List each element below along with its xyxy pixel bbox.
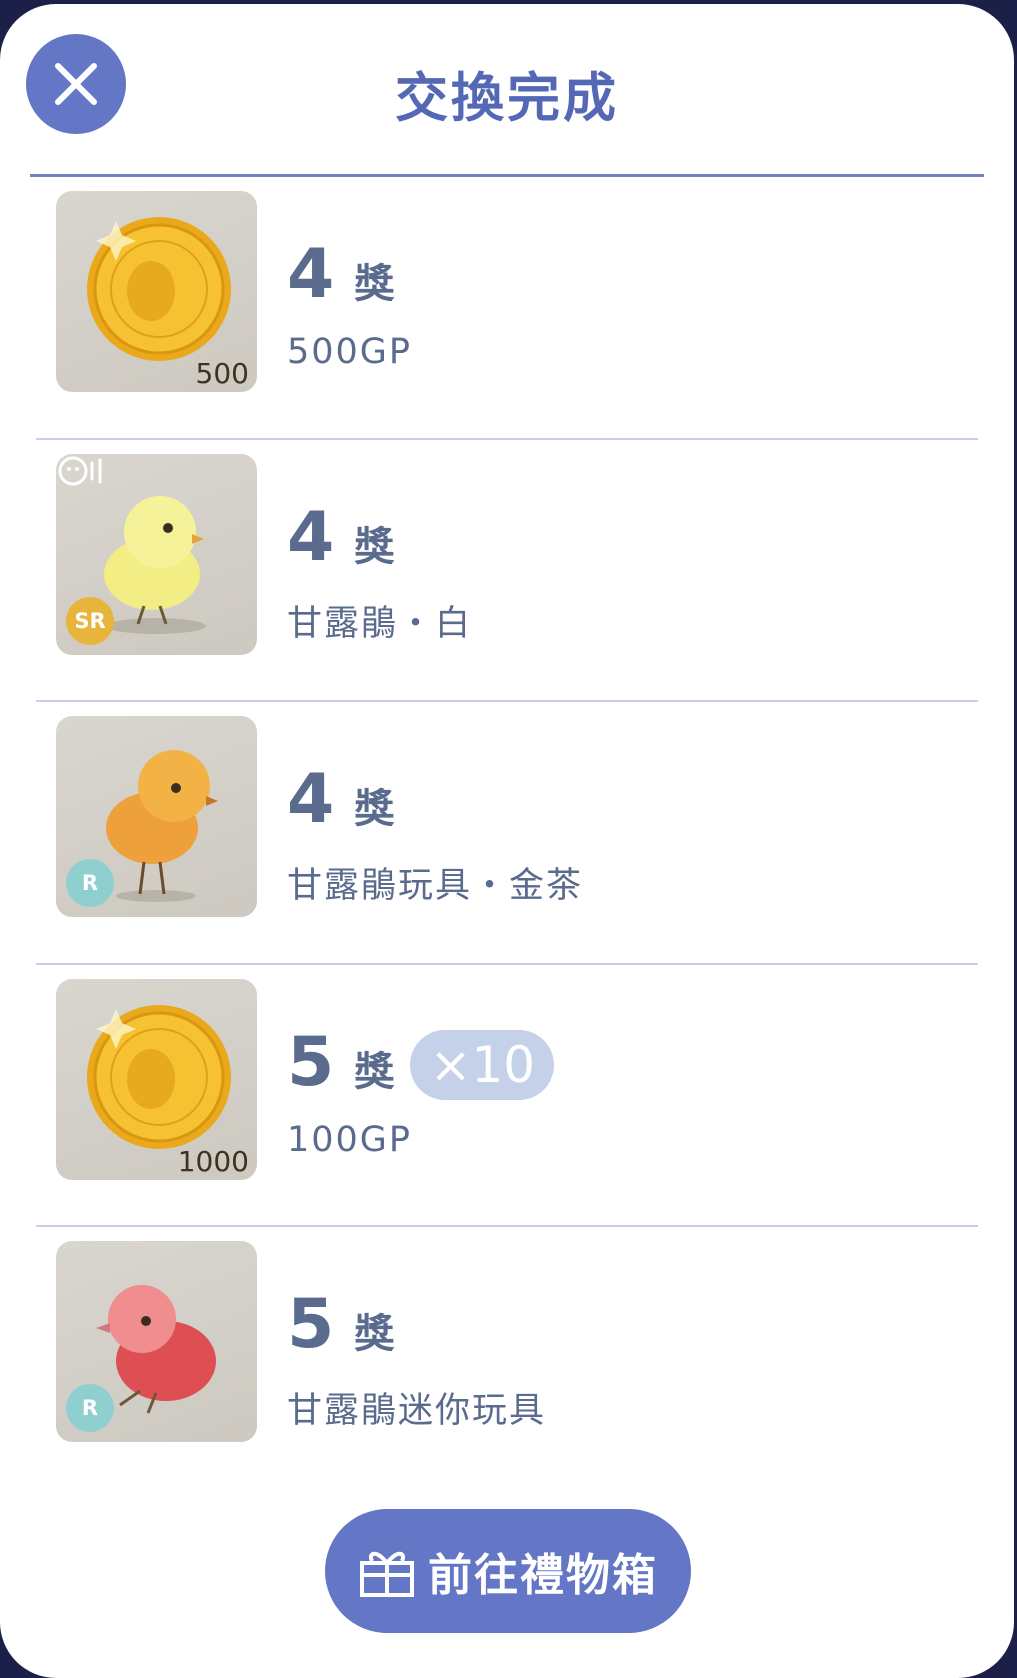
prize-suffix: 獎	[354, 1048, 395, 1095]
rarity-badge: R	[66, 1384, 114, 1432]
item-name: 500GP	[287, 332, 413, 372]
prize-suffix: 獎	[354, 261, 395, 307]
prize-suffix: 獎	[354, 523, 395, 570]
coin-amount-label: 500	[195, 357, 249, 390]
prize-suffix: 獎	[354, 1311, 395, 1357]
prize-rank: 4 獎	[287, 760, 394, 840]
prize-number: 4	[287, 760, 335, 839]
prize-number: 5	[287, 1285, 335, 1364]
item-thumbnail: SR	[56, 453, 257, 655]
rarity-badge: SR	[66, 596, 114, 645]
reward-row: 500 4 獎 500GP	[0, 177, 1014, 440]
reward-row: R 5 獎 甘露鵑迷你玩具	[0, 1227, 1014, 1490]
quantity-badge: ×10	[410, 1029, 555, 1100]
reward-row: SR 4 獎 甘露鵑・白	[0, 440, 1014, 702]
voice-icon	[58, 456, 102, 485]
reward-list: 500 4 獎 500GP SR 4 獎 甘露鵑・白 R 4 獎 甘露鵑玩具・金…	[0, 177, 1014, 1490]
go-to-gift-box-button[interactable]: 前往禮物箱	[325, 1509, 691, 1633]
rarity-badge: R	[66, 859, 114, 907]
prize-suffix: 獎	[354, 786, 395, 832]
gift-box-button-label: 前往禮物箱	[428, 1550, 658, 1601]
item-name: 甘露鵑迷你玩具	[287, 1391, 547, 1431]
item-thumbnail: 1000	[56, 978, 257, 1180]
dialog-title: 交換完成	[395, 68, 619, 129]
item-thumbnail: R	[56, 716, 257, 917]
coin-amount-label: 1000	[177, 1144, 249, 1178]
prize-rank: 5 獎	[287, 1285, 394, 1365]
item-name: 甘露鵑玩具・金茶	[287, 866, 584, 906]
item-name: 甘露鵑・白	[287, 603, 473, 644]
reward-row: 1000 5 獎 ×10 100GP	[0, 965, 1014, 1227]
prize-rank: 4 獎	[287, 498, 394, 578]
prize-number: 4	[287, 497, 335, 577]
prize-number: 5	[287, 1022, 335, 1102]
item-thumbnail: R	[56, 1241, 257, 1442]
prize-number: 4	[287, 235, 335, 314]
prize-rank: 4 獎	[287, 235, 394, 315]
reward-row: R 4 獎 甘露鵑玩具・金茶	[0, 702, 1014, 965]
exchange-complete-dialog: 交換完成 500 4 獎 500GP SR 4 獎 甘露鵑・白 R 4 獎 甘露…	[0, 4, 1014, 1678]
gift-box-icon	[360, 1551, 414, 1597]
item-name: 100GP	[287, 1119, 413, 1160]
item-thumbnail: 500	[56, 191, 257, 392]
prize-rank: 5 獎 ×10	[287, 1022, 555, 1103]
